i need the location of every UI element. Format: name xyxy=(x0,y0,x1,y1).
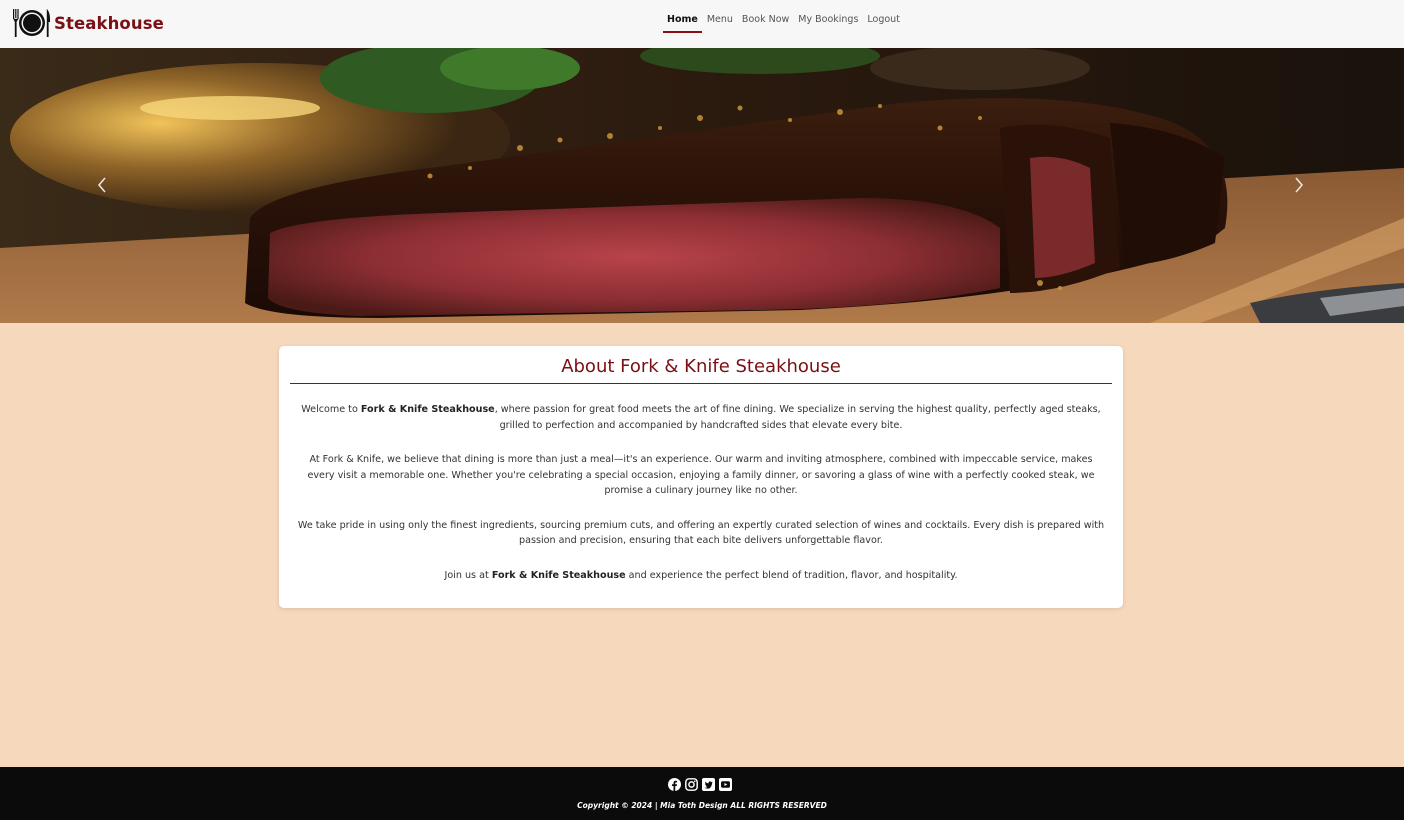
about-paragraph-1: Welcome to Fork & Knife Steakhouse, wher… xyxy=(296,402,1106,433)
facebook-icon[interactable] xyxy=(668,778,681,791)
youtube-icon[interactable] xyxy=(719,778,732,791)
chevron-left-icon xyxy=(97,177,106,193)
nav-link-menu[interactable]: Menu xyxy=(703,13,737,33)
about-text: Welcome to Fork & Knife Steakhouse, wher… xyxy=(296,402,1106,583)
copyright-text: Copyright © 2024 | Mia Toth Design ALL R… xyxy=(577,801,827,810)
about-p1-bold: Fork & Knife Steakhouse xyxy=(360,404,495,415)
chevron-right-icon xyxy=(1295,177,1304,193)
twitter-icon[interactable] xyxy=(702,778,715,791)
about-paragraph-3: We take pride in using only the finest i… xyxy=(297,519,1105,547)
carousel-prev-button[interactable] xyxy=(90,168,114,202)
about-card: About Fork & Knife Steakhouse Welcome to… xyxy=(279,346,1123,608)
brand-name: Steakhouse xyxy=(54,13,164,33)
hero-carousel xyxy=(0,48,1404,323)
about-title: About Fork & Knife Steakhouse xyxy=(290,356,1112,384)
about-p4-post: and experience the perfect blend of trad… xyxy=(625,569,958,581)
nav-link-book-now[interactable]: Book Now xyxy=(738,13,793,33)
footer: Copyright © 2024 | Mia Toth Design ALL R… xyxy=(0,767,1404,820)
about-p4-pre: Join us at xyxy=(444,569,492,581)
plate-cutlery-logo-icon xyxy=(13,9,51,37)
brand-link[interactable]: Steakhouse xyxy=(11,7,164,39)
about-p4-bold: Fork & Knife Steakhouse xyxy=(491,569,626,581)
nav-link-home[interactable]: Home xyxy=(663,13,702,33)
nav-link-my-bookings[interactable]: My Bookings xyxy=(794,13,862,33)
navbar: Steakhouse Home Menu Book Now My Booking… xyxy=(0,0,1404,48)
about-paragraph-2: At Fork & Knife, we believe that dining … xyxy=(307,454,1095,496)
carousel-next-button[interactable] xyxy=(1287,168,1311,202)
nav-link-logout[interactable]: Logout xyxy=(863,13,904,33)
nav-links: Home Menu Book Now My Bookings Logout xyxy=(663,13,905,33)
steak-hero-image xyxy=(0,48,1404,323)
social-links xyxy=(668,778,732,791)
about-p1-pre: Welcome to xyxy=(301,404,361,415)
about-paragraph-4: Join us at Fork & Knife Steakhouse and e… xyxy=(296,568,1106,584)
about-p1-post: , where passion for great food meets the… xyxy=(494,404,1101,431)
instagram-icon[interactable] xyxy=(685,778,698,791)
